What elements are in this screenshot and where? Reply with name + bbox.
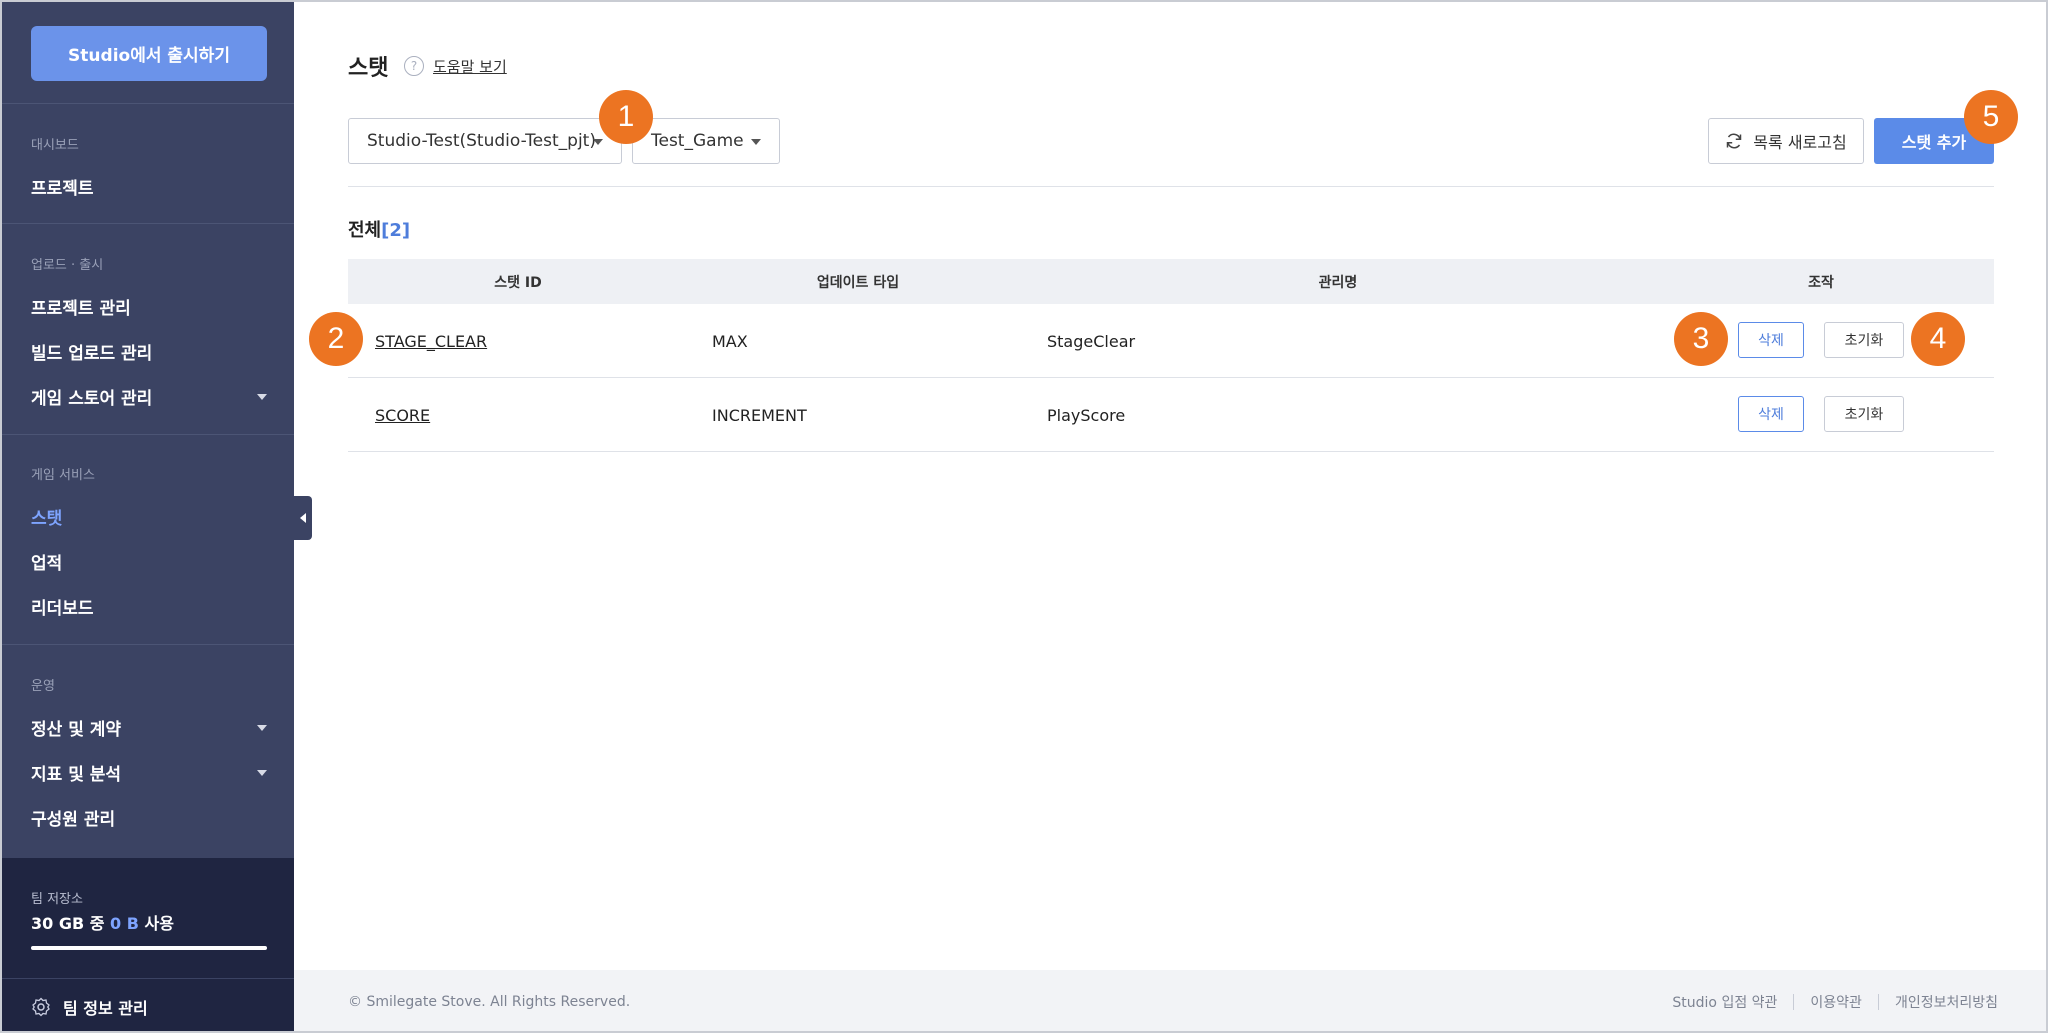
management-name-cell: StageClear	[1047, 331, 1136, 351]
sidebar: Studio에서 출시하기 대시보드 프로젝트 업로드 · 출시 프로젝트 관리…	[2, 2, 294, 1031]
sidebar-item-label: 게임 스토어 관리	[31, 389, 153, 409]
storage-total: 30 GB 중	[31, 914, 105, 933]
total-bracket-close: ]	[401, 220, 411, 241]
game-select[interactable]: Test_Game	[632, 118, 780, 164]
section-label-upload: 업로드 · 출시	[31, 258, 104, 273]
table-row: STAGE_CLEAR MAX StageClear 삭제 초기화	[348, 304, 1994, 378]
chevron-down-icon	[257, 769, 267, 776]
sidebar-item-project-management[interactable]: 프로젝트 관리	[31, 294, 271, 319]
sidebar-divider	[2, 434, 294, 435]
management-name-cell: PlayScore	[1047, 405, 1126, 425]
total-count: 전체[2]	[348, 216, 410, 242]
storage-suffix: 사용	[144, 914, 174, 933]
project-select-value: Studio-Test(Studio-Test_pjt)	[367, 131, 596, 151]
sidebar-item-build-upload[interactable]: 빌드 업로드 관리	[31, 339, 271, 364]
storage-usage-text: 30 GB 중 0 B 사용	[31, 910, 174, 934]
reset-button[interactable]: 초기화	[1824, 322, 1904, 358]
section-label-operation: 운영	[31, 679, 55, 694]
storage-used: 0 B	[110, 914, 139, 933]
help-icon: ?	[404, 56, 424, 76]
sidebar-item-members[interactable]: 구성원 관리	[31, 805, 271, 830]
chevron-down-icon	[751, 139, 761, 145]
reset-button[interactable]: 초기화	[1824, 396, 1904, 432]
table-header: 스탯 ID 업데이트 타입 관리명 조작	[348, 259, 1994, 304]
sidebar-item-label: 빌드 업로드 관리	[31, 344, 153, 364]
annotation-badge-2: 2	[309, 312, 363, 366]
sidebar-item-label: 지표 및 분석	[31, 765, 122, 785]
sidebar-item-label: 프로젝트 관리	[31, 299, 131, 319]
chevron-down-icon	[593, 139, 603, 145]
sidebar-item-label: 프로젝트	[31, 179, 94, 199]
chevron-down-icon	[257, 724, 267, 731]
footer-link-privacy[interactable]: 개인정보처리방침	[1895, 992, 1998, 1012]
footer-links: Studio 입점 약관 이용약관 개인정보처리방침	[1672, 992, 1998, 1012]
update-type-cell: MAX	[712, 331, 748, 351]
column-header-stat-id: 스탯 ID	[494, 274, 542, 291]
footer-link-studio-terms[interactable]: Studio 입점 약관	[1672, 992, 1777, 1012]
footer-separator	[1877, 994, 1879, 1010]
delete-button[interactable]: 삭제	[1738, 322, 1804, 358]
footer-separator	[1793, 994, 1795, 1010]
update-type-cell: INCREMENT	[712, 405, 807, 425]
sidebar-item-label: 정산 및 계약	[31, 720, 122, 740]
sidebar-item-label: 스탯	[31, 509, 63, 529]
sidebar-item-label: 리더보드	[31, 599, 94, 619]
annotation-badge-4: 4	[1911, 312, 1965, 366]
refresh-list-button[interactable]: 목록 새로고침	[1708, 118, 1864, 164]
refresh-button-label: 목록 새로고침	[1753, 133, 1847, 152]
sidebar-item-analytics[interactable]: 지표 및 분석	[31, 760, 271, 785]
annotation-badge-3: 3	[1674, 312, 1728, 366]
publish-in-studio-button[interactable]: Studio에서 출시하기	[31, 26, 267, 81]
annotation-badge-1: 1	[599, 90, 653, 144]
total-label: 전체	[348, 220, 382, 241]
column-header-name: 관리명	[1318, 274, 1358, 291]
storage-label: 팀 저장소	[31, 892, 83, 907]
total-number: 2	[389, 220, 402, 241]
team-info-button[interactable]: 팀 정보 관리	[2, 978, 294, 1031]
header-divider	[348, 186, 1994, 187]
page-title: 스탯	[348, 56, 389, 81]
annotation-badge-5: 5	[1964, 90, 2018, 144]
column-header-actions: 조작	[1808, 274, 1834, 291]
project-select[interactable]: Studio-Test(Studio-Test_pjt)	[348, 118, 622, 164]
delete-button[interactable]: 삭제	[1738, 396, 1804, 432]
help-link[interactable]: 도움말 보기	[433, 56, 507, 77]
gear-icon	[32, 997, 50, 1017]
sidebar-item-label: 구성원 관리	[31, 810, 116, 830]
section-label-dashboard: 대시보드	[31, 138, 79, 153]
sidebar-divider	[2, 644, 294, 645]
footer-link-terms[interactable]: 이용약관	[1810, 992, 1862, 1012]
footer: © Smilegate Stove. All Rights Reserved. …	[294, 970, 2046, 1031]
stat-id-link[interactable]: SCORE	[375, 378, 430, 452]
chevron-down-icon	[257, 393, 267, 400]
app-frame: Studio에서 출시하기 대시보드 프로젝트 업로드 · 출시 프로젝트 관리…	[0, 0, 2048, 1033]
sidebar-item-game-store[interactable]: 게임 스토어 관리	[31, 384, 271, 409]
section-label-game-service: 게임 서비스	[31, 468, 95, 483]
sidebar-item-label: 업적	[31, 554, 63, 574]
chevron-left-icon	[300, 513, 306, 523]
sidebar-item-stats[interactable]: 스탯	[31, 504, 271, 529]
team-storage: 팀 저장소 30 GB 중 0 B 사용	[2, 858, 294, 978]
sidebar-divider	[2, 223, 294, 224]
storage-progress-bar	[31, 946, 267, 950]
table-row: SCORE INCREMENT PlayScore 삭제 초기화	[348, 378, 1994, 452]
refresh-icon	[1727, 133, 1742, 149]
sidebar-item-leaderboard[interactable]: 리더보드	[31, 594, 271, 619]
sidebar-item-project[interactable]: 프로젝트	[31, 174, 271, 199]
sidebar-item-achievements[interactable]: 업적	[31, 549, 271, 574]
sidebar-item-settlement[interactable]: 정산 및 계약	[31, 715, 271, 740]
game-select-value: Test_Game	[651, 131, 744, 151]
stat-id-link[interactable]: STAGE_CLEAR	[375, 304, 487, 378]
team-info-label: 팀 정보 관리	[63, 999, 148, 1018]
sidebar-collapse-toggle[interactable]	[294, 496, 312, 540]
sidebar-divider	[2, 103, 294, 104]
copyright: © Smilegate Stove. All Rights Reserved.	[348, 994, 631, 1010]
column-header-update-type: 업데이트 타입	[816, 274, 900, 291]
